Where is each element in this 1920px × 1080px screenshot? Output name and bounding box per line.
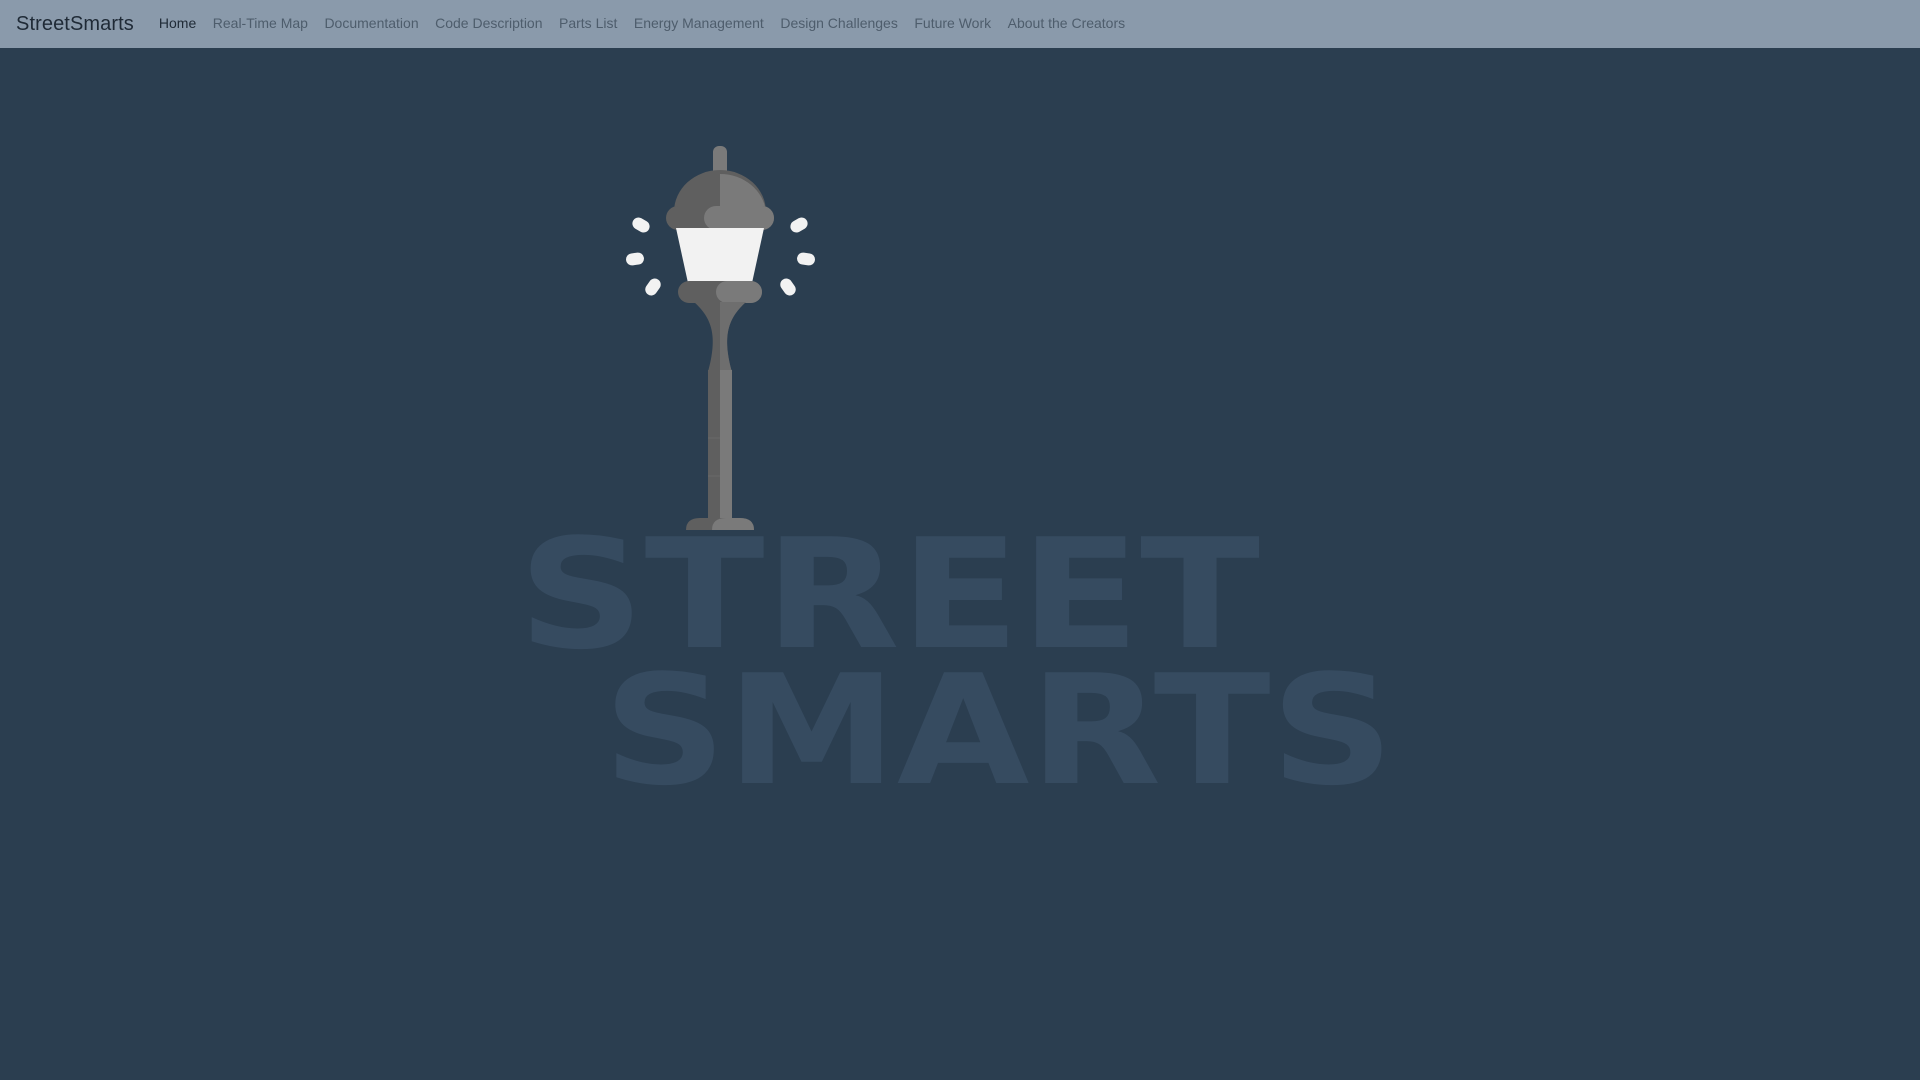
nav-item-real-time-map: Real-Time Map [213, 15, 325, 33]
nav-item-parts-list: Parts List [559, 15, 634, 33]
nav-item-future-work: Future Work [914, 15, 1007, 33]
hero-section: STREET SMARTS [0, 48, 1920, 1080]
nav-link-code-description[interactable]: Code Description [435, 15, 542, 31]
nav-link-design-challenges[interactable]: Design Challenges [780, 15, 898, 31]
nav-item-documentation: Documentation [324, 15, 435, 33]
top-navbar: StreetSmarts Home Real-Time Map Document… [0, 0, 1920, 48]
nav-link-home[interactable]: Home [159, 15, 196, 31]
street-lamp-icon [666, 146, 774, 530]
nav-item-design-challenges: Design Challenges [780, 15, 914, 33]
nav-link-documentation[interactable]: Documentation [324, 15, 418, 31]
nav-item-energy-management: Energy Management [634, 15, 780, 33]
logo-text-smarts: SMARTS [603, 642, 1394, 819]
nav-list: Home Real-Time Map Documentation Code De… [159, 15, 1142, 33]
nav-item-home: Home [159, 15, 213, 33]
hero-logo: STREET SMARTS [518, 146, 1394, 819]
nav-link-real-time-map[interactable]: Real-Time Map [213, 15, 308, 31]
nav-item-about-creators: About the Creators [1008, 15, 1142, 33]
nav-link-about-creators[interactable]: About the Creators [1008, 15, 1126, 31]
nav-link-energy-management[interactable]: Energy Management [634, 15, 764, 31]
nav-link-parts-list[interactable]: Parts List [559, 15, 617, 31]
nav-item-code-description: Code Description [435, 15, 559, 33]
brand-link[interactable]: StreetSmarts [16, 13, 134, 36]
nav-link-future-work[interactable]: Future Work [914, 15, 991, 31]
